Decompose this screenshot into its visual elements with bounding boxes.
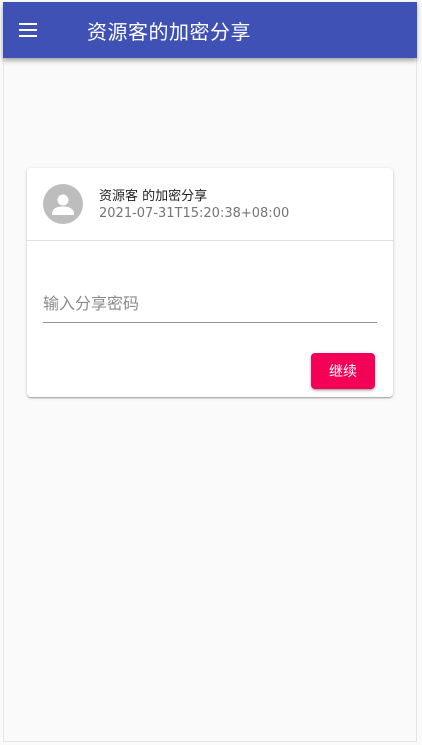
avatar [43, 184, 83, 224]
page-title: 资源客的加密分享 [87, 19, 251, 44]
card-header: 资源客 的加密分享 2021-07-31T15:20:38+08:00 [27, 168, 393, 241]
share-owner-text: 资源客 的加密分享 [99, 189, 208, 204]
hamburger-menu-icon [19, 23, 37, 37]
person-avatar-icon [52, 194, 74, 215]
continue-button[interactable]: 继续 [311, 353, 375, 389]
share-timestamp: 2021-07-31T15:20:38+08:00 [99, 206, 290, 221]
share-card: 资源客 的加密分享 2021-07-31T15:20:38+08:00 继续 [27, 168, 393, 397]
password-input[interactable] [43, 286, 377, 320]
password-field [43, 286, 377, 323]
menu-button[interactable] [19, 6, 67, 54]
app-bar: 资源客的加密分享 [3, 2, 417, 58]
